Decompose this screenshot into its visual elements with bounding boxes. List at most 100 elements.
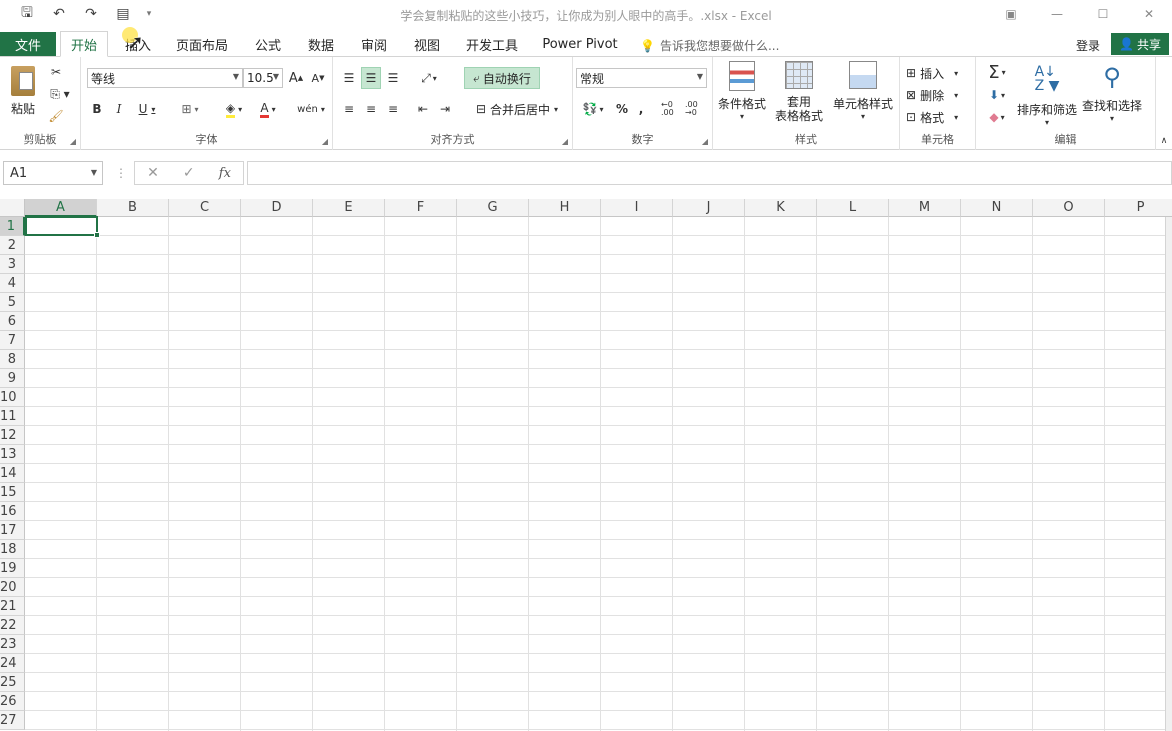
name-box[interactable]: A1 ▼ [3, 161, 103, 185]
dialog-launcher-icon[interactable]: ◢ [322, 137, 328, 146]
cut-icon[interactable]: ✂ [46, 63, 66, 81]
increase-indent-icon[interactable]: ⇥ [435, 99, 455, 119]
formula-input[interactable] [247, 161, 1172, 185]
column-header[interactable]: C [169, 199, 241, 217]
close-button[interactable]: ✕ [1126, 0, 1172, 28]
column-header[interactable]: B [97, 199, 169, 217]
row-header[interactable]: 20 [0, 578, 25, 597]
column-header[interactable]: D [241, 199, 313, 217]
font-color-button[interactable]: A ▾ [253, 99, 283, 119]
align-bottom-icon[interactable]: ☰ [383, 67, 403, 89]
grow-font-button[interactable]: A ▲ [287, 69, 305, 87]
tell-me-box[interactable]: 💡 告诉我您想要做什么... [640, 37, 779, 54]
column-header[interactable]: M [889, 199, 961, 217]
fill-button[interactable]: ⬇ ▾ [982, 85, 1012, 105]
insert-cells-button[interactable]: ⊞ 插入 ▾ [906, 63, 972, 83]
align-right-icon[interactable]: ≡ [383, 99, 403, 119]
row-header[interactable]: 19 [0, 559, 25, 578]
decrease-indent-icon[interactable]: ⇤ [413, 99, 433, 119]
underline-button[interactable]: U ▾ [133, 99, 161, 119]
format-painter-icon[interactable]: 🖌 [46, 107, 66, 125]
column-header[interactable]: K [745, 199, 817, 217]
dialog-launcher-icon[interactable]: ◢ [562, 137, 568, 146]
cancel-icon[interactable]: ✕ [147, 165, 159, 181]
row-header[interactable]: 2 [0, 236, 25, 255]
column-header[interactable]: H [529, 199, 601, 217]
vertical-scrollbar[interactable] [1165, 217, 1172, 731]
column-header[interactable]: N [961, 199, 1033, 217]
orientation-icon[interactable]: ⤢ ▾ [415, 67, 443, 89]
column-header[interactable]: E [313, 199, 385, 217]
decrease-decimal-button[interactable]: .00 →0 [685, 99, 707, 119]
enter-icon[interactable]: ✓ [183, 165, 195, 181]
delete-cells-button[interactable]: ⊠ 删除 ▾ [906, 85, 972, 105]
borders-button[interactable]: ⊞ ▾ [175, 99, 205, 119]
column-header[interactable]: O [1033, 199, 1105, 217]
column-header[interactable]: L [817, 199, 889, 217]
conditional-formatting-button[interactable]: 条件格式 ▾ [718, 61, 766, 129]
tab-power-pivot[interactable]: Power Pivot [538, 32, 622, 56]
cell-area[interactable] [25, 217, 1165, 731]
row-header[interactable]: 23 [0, 635, 25, 654]
fill-color-button[interactable]: ◈ ▾ [219, 99, 249, 119]
tab-review[interactable]: 审阅 [354, 32, 394, 56]
sort-filter-button[interactable]: A↓ Z ▼ 排序和筛选 ▾ [1016, 61, 1078, 131]
row-header[interactable]: 15 [0, 483, 25, 502]
wrap-text-button[interactable]: ⤶ 自动换行 [464, 67, 540, 89]
row-header[interactable]: 3 [0, 255, 25, 274]
row-header[interactable]: 12 [0, 426, 25, 445]
row-header[interactable]: 9 [0, 369, 25, 388]
row-header[interactable]: 26 [0, 692, 25, 711]
row-header[interactable]: 8 [0, 350, 25, 369]
fill-handle[interactable] [94, 232, 100, 238]
autosum-button[interactable]: Σ ▾ [982, 61, 1012, 83]
tab-developer[interactable]: 开发工具 [460, 32, 524, 56]
formula-bar-grip[interactable]: ⋮ [115, 166, 127, 180]
column-header[interactable]: A [25, 199, 97, 217]
phonetic-guide-button[interactable]: wén ▾ [295, 99, 327, 119]
sign-in-link[interactable]: 登录 [1076, 37, 1100, 54]
row-header[interactable]: 21 [0, 597, 25, 616]
format-as-table-button[interactable]: 套用 表格格式 [769, 61, 829, 131]
row-header[interactable]: 27 [0, 711, 25, 730]
row-header[interactable]: 16 [0, 502, 25, 521]
increase-decimal-button[interactable]: ←0 .00 [661, 99, 683, 119]
align-middle-icon[interactable]: ☰ [361, 67, 381, 89]
dialog-launcher-icon[interactable]: ◢ [702, 137, 708, 146]
shrink-font-button[interactable]: A ▼ [309, 69, 327, 87]
number-format-combo[interactable]: 常规 ▼ [576, 68, 707, 88]
percent-button[interactable]: % [613, 99, 631, 119]
row-header[interactable]: 22 [0, 616, 25, 635]
ribbon-display-options-button[interactable]: ▣ [988, 0, 1034, 28]
row-header[interactable]: 10 [0, 388, 25, 407]
share-button[interactable]: 👤 共享 [1111, 33, 1169, 55]
column-header[interactable]: I [601, 199, 673, 217]
tab-page-layout[interactable]: 页面布局 [170, 32, 234, 56]
row-header[interactable]: 4 [0, 274, 25, 293]
align-center-icon[interactable]: ≡ [361, 99, 381, 119]
minimize-button[interactable]: — [1034, 0, 1080, 28]
row-header[interactable]: 1 [0, 217, 25, 236]
bold-button[interactable]: B [89, 99, 105, 119]
tab-data[interactable]: 数据 [301, 32, 341, 56]
row-header[interactable]: 11 [0, 407, 25, 426]
worksheet-grid[interactable]: ABCDEFGHIJKLMNOP 1 2 3 4 5 6 7 8 9 10 11 12 13 14 15 16… [0, 199, 1172, 731]
cell-styles-button[interactable]: 单元格样式 ▾ [831, 61, 895, 131]
row-header[interactable]: 24 [0, 654, 25, 673]
row-header[interactable]: 5 [0, 293, 25, 312]
align-left-icon[interactable]: ≡ [339, 99, 359, 119]
font-size-combo[interactable]: 10.5 ▼ [243, 68, 283, 88]
row-header[interactable]: 13 [0, 445, 25, 464]
tab-home[interactable]: 开始 [60, 31, 108, 57]
row-header[interactable]: 6 [0, 312, 25, 331]
tab-formulas[interactable]: 公式 [248, 32, 288, 56]
active-cell-a1[interactable] [25, 216, 100, 238]
paste-button[interactable]: 粘贴 [6, 63, 40, 119]
dialog-launcher-icon[interactable]: ◢ [70, 137, 76, 146]
column-header[interactable]: J [673, 199, 745, 217]
copy-icon[interactable]: ⎘ ▾ [46, 85, 74, 103]
font-name-combo[interactable]: 等线 ▼ [87, 68, 243, 88]
clear-button[interactable]: ◆ ▾ [982, 107, 1012, 127]
format-cells-button[interactable]: ⊡ 格式 ▾ [906, 107, 972, 127]
column-header[interactable]: F [385, 199, 457, 217]
